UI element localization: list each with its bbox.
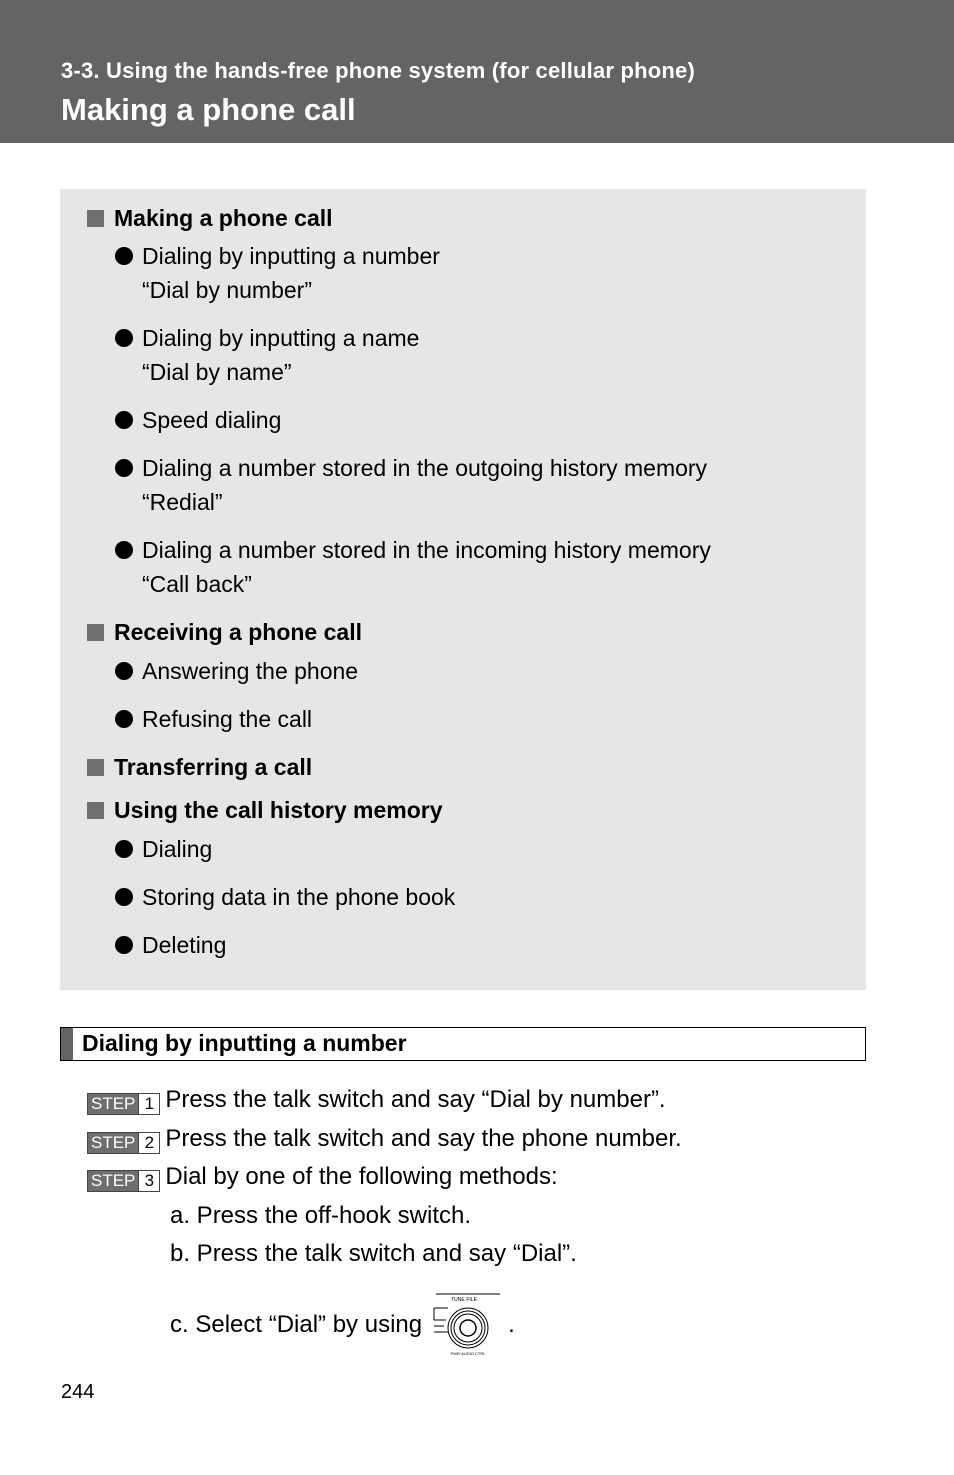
circle-bullet-icon — [115, 710, 133, 728]
knob-top-label: TUNE·FILE — [451, 1297, 478, 1303]
summary-item: Answering the phone — [115, 657, 358, 685]
summary-item: Dialing a number stored in the outgoing … — [115, 454, 707, 482]
summary-item-command: “Call back” — [142, 571, 252, 597]
method-a: a. Press the off-hook switch. — [170, 1202, 472, 1229]
circle-bullet-icon — [115, 247, 133, 265]
summary-item: Dialing — [115, 835, 212, 863]
summary-heading: Receiving a phone call — [87, 618, 362, 646]
summary-heading: Transferring a call — [87, 753, 312, 781]
step-badge: STEP 2 — [87, 1128, 161, 1154]
knob-bottom-label: PWR·AUDIO CTRL — [451, 1351, 487, 1356]
step-2: STEP 2 Press the talk switch and say the p… — [87, 1126, 682, 1154]
method-b: b. Press the talk switch and say “Dial”. — [170, 1240, 577, 1267]
subsection-title: Dialing by inputting a number — [82, 1030, 407, 1056]
circle-bullet-icon — [115, 459, 133, 477]
tune-file-knob-icon-graphic: TUNE·FILE PWR·AUDIO CTRL — [433, 1293, 501, 1356]
summary-box: Making a phone call Dialing by inputting… — [60, 189, 866, 990]
tune-file-knob-icon: TUNE·FILE PWR·AUDIO CTRL — [428, 1292, 502, 1360]
circle-bullet-icon — [115, 541, 133, 559]
step-badge: STEP 1 — [87, 1089, 161, 1115]
summary-item-command: “Dial by name” — [142, 359, 292, 385]
step-3: STEP 3 Dial by one of the following method… — [87, 1164, 558, 1192]
summary-item: Storing data in the phone book — [115, 883, 455, 911]
section-label: 3-3. Using the hands-free phone system (… — [61, 58, 696, 83]
summary-heading: Making a phone call — [87, 204, 333, 232]
circle-bullet-icon — [115, 329, 133, 347]
circle-bullet-icon — [115, 936, 133, 954]
summary-item: Dialing by inputting a name — [115, 324, 419, 352]
summary-item: Refusing the call — [115, 705, 312, 733]
circle-bullet-icon — [115, 888, 133, 906]
page-number: 244 — [61, 1381, 95, 1403]
step-badge: STEP 3 — [87, 1166, 161, 1192]
step-text: Dial by one of the following methods: — [165, 1163, 558, 1190]
circle-bullet-icon — [115, 411, 133, 429]
page-title: Making a phone call — [61, 92, 356, 127]
step-1: STEP 1 Press the talk switch and say “Dial… — [87, 1087, 666, 1115]
square-bullet-icon — [87, 210, 104, 227]
circle-bullet-icon — [115, 662, 133, 680]
summary-item-command: “Dial by number” — [142, 277, 312, 303]
summary-item: Dialing a number stored in the incoming … — [115, 536, 711, 564]
square-bullet-icon — [87, 802, 104, 819]
subsection-heading: Dialing by inputting a number — [60, 1027, 866, 1061]
subsection-accent-bar — [61, 1028, 73, 1060]
step-text: Press the talk switch and say the phone … — [165, 1125, 682, 1152]
square-bullet-icon — [87, 624, 104, 641]
page-header: 3-3. Using the hands-free phone system (… — [0, 0, 954, 143]
summary-item: Speed dialing — [115, 406, 281, 434]
square-bullet-icon — [87, 759, 104, 776]
summary-heading: Using the call history memory — [87, 796, 442, 824]
step-text: Press the talk switch and say “Dial by n… — [165, 1086, 666, 1113]
summary-item: Deleting — [115, 931, 226, 959]
summary-item: Dialing by inputting a number — [115, 242, 440, 270]
summary-item-command: “Redial” — [142, 489, 223, 515]
method-c: c. Select “Dial” by using TUNE·FILE PWR·… — [170, 1291, 515, 1360]
circle-bullet-icon — [115, 840, 133, 858]
